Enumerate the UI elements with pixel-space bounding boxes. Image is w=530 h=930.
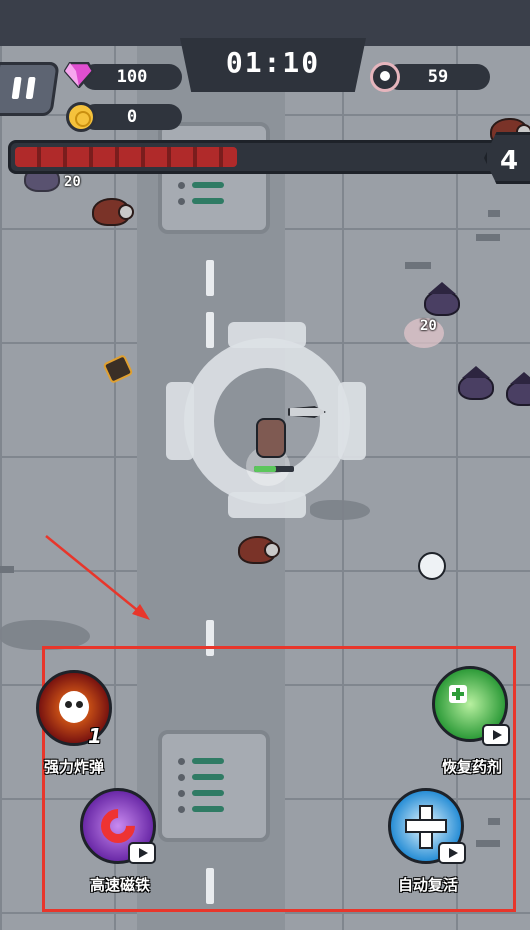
spiky-enemy (424, 282, 460, 316)
xp-bar (8, 140, 504, 174)
pointer-arrow (45, 535, 150, 620)
ground-crack (310, 500, 370, 520)
pause-button[interactable] (0, 62, 60, 116)
wall-step (405, 262, 431, 269)
gem-counter: 100 (82, 64, 182, 90)
damage-number: 20 (420, 318, 437, 334)
wall-step (476, 234, 500, 241)
xp-bar-fill (15, 147, 237, 167)
spawn-ring-tab (228, 322, 306, 348)
gem-icon (64, 62, 94, 88)
boar-enemy (238, 536, 280, 564)
bomb-count: 1 (88, 724, 102, 748)
boar-enemy (92, 198, 134, 226)
heal-potion-icon (449, 685, 467, 703)
spawn-ring-tab (338, 382, 366, 460)
damage-number: 20 (64, 174, 81, 190)
spiky-enemy (506, 372, 530, 406)
wall-step (0, 566, 14, 573)
skull-bomb-icon (59, 691, 89, 723)
player-health-bar (254, 466, 294, 472)
revive-label: 自动复活 (397, 876, 458, 894)
road-marking (206, 260, 214, 296)
kill-counter: 59 (386, 64, 490, 90)
wall-step (488, 210, 500, 217)
landing-pad (158, 122, 270, 234)
watch-ad-icon (438, 842, 466, 864)
coin-counter: 0 (82, 104, 182, 130)
potion-label: 恢复药剂 (441, 758, 502, 776)
timer-text: 01:10 (225, 46, 321, 79)
player-character (256, 418, 286, 458)
watch-ad-icon (482, 724, 510, 746)
spawn-ring-tab (228, 492, 306, 518)
skull-target-icon (370, 62, 400, 92)
coin-icon (66, 102, 96, 132)
bomb-label: 强力炸弹 (43, 758, 104, 776)
egg-pickup-icon (418, 552, 446, 580)
spiky-enemy (458, 366, 494, 400)
spawn-ring-tab (166, 382, 194, 460)
watch-ad-icon (128, 842, 156, 864)
magnet-label: 高速磁铁 (89, 876, 150, 894)
road-marking (206, 312, 214, 348)
